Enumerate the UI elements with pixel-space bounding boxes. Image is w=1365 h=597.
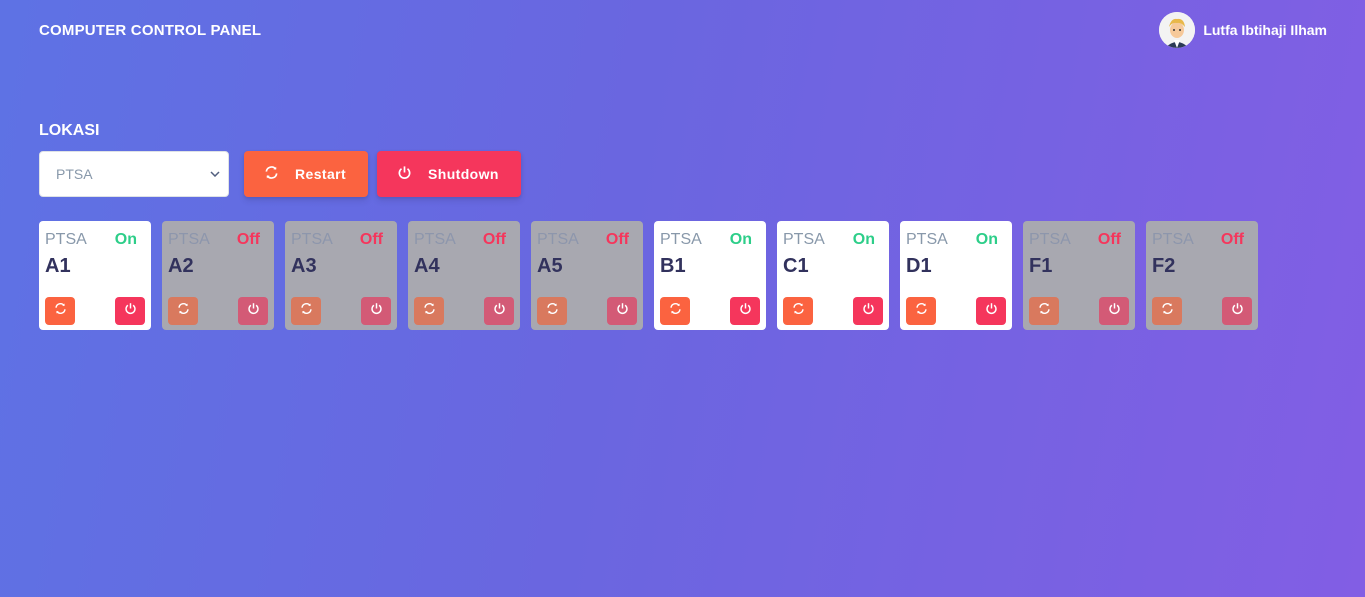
computer-card: PTSA Off A3 xyxy=(285,221,397,330)
computer-location: PTSA xyxy=(45,231,87,248)
power-icon xyxy=(985,302,998,320)
status-badge: On xyxy=(729,231,752,248)
shutdown-button[interactable] xyxy=(115,297,145,325)
computer-name: A3 xyxy=(291,255,317,277)
computer-location: PTSA xyxy=(1029,231,1071,248)
computer-name: A2 xyxy=(168,255,194,277)
shutdown-button[interactable] xyxy=(730,297,760,325)
restart-button[interactable] xyxy=(291,297,321,325)
computer-name: D1 xyxy=(906,255,932,277)
computer-location: PTSA xyxy=(291,231,333,248)
status-badge: On xyxy=(852,231,875,248)
power-icon xyxy=(493,302,506,320)
top-navbar: COMPUTER CONTROL PANEL Lutfa Ibtihaji Il… xyxy=(39,0,1327,60)
power-icon xyxy=(616,302,629,320)
computer-location: PTSA xyxy=(168,231,210,248)
refresh-icon xyxy=(792,302,805,320)
shutdown-button[interactable] xyxy=(238,297,268,325)
power-icon xyxy=(862,302,875,320)
shutdown-all-label: Shutdown xyxy=(428,166,499,182)
computer-location: PTSA xyxy=(1152,231,1194,248)
computer-name: A1 xyxy=(45,255,71,277)
refresh-icon xyxy=(177,302,190,320)
computer-card: PTSA On B1 xyxy=(654,221,766,330)
shutdown-all-button[interactable]: Shutdown xyxy=(377,151,521,197)
computer-name: C1 xyxy=(783,255,809,277)
restart-button[interactable] xyxy=(168,297,198,325)
computer-location: PTSA xyxy=(537,231,579,248)
power-icon xyxy=(247,302,260,320)
refresh-icon xyxy=(54,302,67,320)
shutdown-button[interactable] xyxy=(484,297,514,325)
shutdown-button[interactable] xyxy=(607,297,637,325)
status-badge: Off xyxy=(236,231,260,248)
restart-all-label: Restart xyxy=(295,166,347,182)
refresh-icon xyxy=(546,302,559,320)
computer-name: F2 xyxy=(1152,255,1176,277)
computer-card: PTSA On C1 xyxy=(777,221,889,330)
refresh-icon xyxy=(1161,302,1174,320)
computer-card: PTSA Off F1 xyxy=(1023,221,1135,330)
computer-name: B1 xyxy=(660,255,686,277)
status-badge: Off xyxy=(605,231,629,248)
computer-name: A5 xyxy=(537,255,563,277)
location-label: LOKASI xyxy=(39,122,100,139)
shutdown-button[interactable] xyxy=(976,297,1006,325)
power-icon xyxy=(124,302,137,320)
computer-location: PTSA xyxy=(414,231,456,248)
app-title: COMPUTER CONTROL PANEL xyxy=(39,21,262,39)
computer-card: PTSA On A1 xyxy=(39,221,151,330)
status-badge: Off xyxy=(359,231,383,248)
shutdown-button[interactable] xyxy=(1222,297,1252,325)
power-icon xyxy=(370,302,383,320)
power-icon xyxy=(397,165,412,183)
computer-card: PTSA Off A5 xyxy=(531,221,643,330)
computer-name: F1 xyxy=(1029,255,1053,277)
power-icon xyxy=(1231,302,1244,320)
computer-card: PTSA On D1 xyxy=(900,221,1012,330)
power-icon xyxy=(739,302,752,320)
restart-button[interactable] xyxy=(1152,297,1182,325)
status-badge: On xyxy=(975,231,998,248)
user-menu[interactable]: Lutfa Ibtihaji Ilham xyxy=(1159,12,1327,48)
restart-all-button[interactable]: Restart xyxy=(244,151,368,197)
refresh-icon xyxy=(669,302,682,320)
restart-button[interactable] xyxy=(660,297,690,325)
restart-button[interactable] xyxy=(1029,297,1059,325)
refresh-icon xyxy=(1038,302,1051,320)
restart-button[interactable] xyxy=(906,297,936,325)
location-select-value: PTSA xyxy=(56,166,93,182)
restart-button[interactable] xyxy=(537,297,567,325)
computer-card: PTSA Off A2 xyxy=(162,221,274,330)
shutdown-button[interactable] xyxy=(853,297,883,325)
status-badge: Off xyxy=(482,231,506,248)
status-badge: On xyxy=(114,231,137,248)
computer-name: A4 xyxy=(414,255,440,277)
refresh-icon xyxy=(915,302,928,320)
computer-card: PTSA Off F2 xyxy=(1146,221,1258,330)
refresh-icon xyxy=(423,302,436,320)
restart-button[interactable] xyxy=(783,297,813,325)
chevron-down-icon xyxy=(210,169,220,180)
refresh-icon xyxy=(300,302,313,320)
computer-location: PTSA xyxy=(906,231,948,248)
restart-button[interactable] xyxy=(414,297,444,325)
computer-location: PTSA xyxy=(783,231,825,248)
status-badge: Off xyxy=(1220,231,1244,248)
location-select[interactable]: PTSA xyxy=(39,151,229,197)
status-badge: Off xyxy=(1097,231,1121,248)
shutdown-button[interactable] xyxy=(1099,297,1129,325)
computer-card-list: PTSA On A1 PTSA Off A2 PTSA Off A3 PTSA Off A4 PTSA O… xyxy=(39,221,1269,330)
user-name[interactable]: Lutfa Ibtihaji Ilham xyxy=(1203,22,1327,38)
avatar[interactable] xyxy=(1159,12,1196,48)
restart-button[interactable] xyxy=(45,297,75,325)
location-controls: PTSA Restart Shutdown xyxy=(39,151,521,197)
computer-location: PTSA xyxy=(660,231,702,248)
computer-card: PTSA Off A4 xyxy=(408,221,520,330)
shutdown-button[interactable] xyxy=(361,297,391,325)
power-icon xyxy=(1108,302,1121,320)
refresh-icon xyxy=(264,165,279,183)
